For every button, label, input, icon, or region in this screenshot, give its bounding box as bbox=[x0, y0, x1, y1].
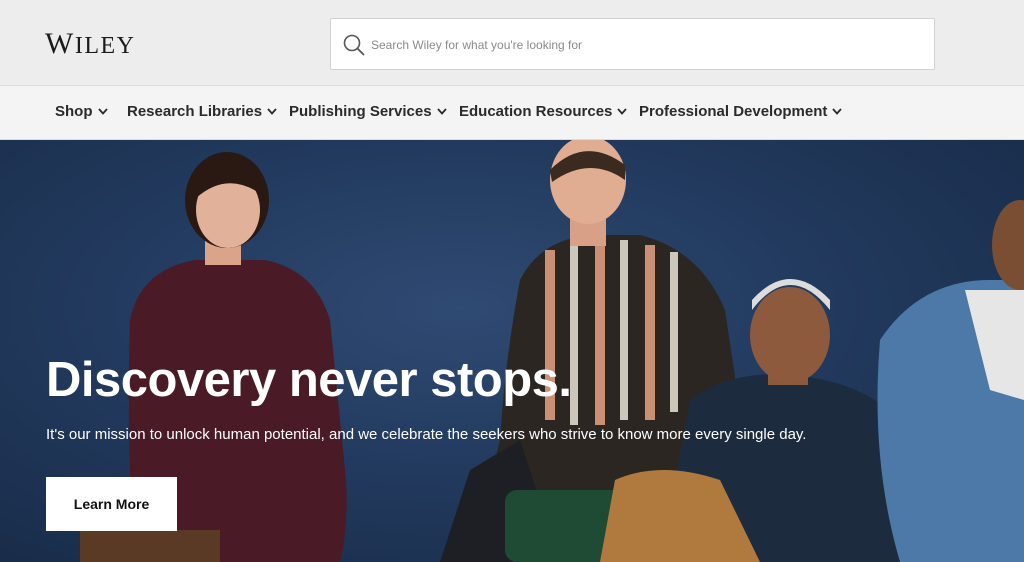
chevron-down-icon bbox=[832, 108, 843, 115]
chevron-down-icon bbox=[97, 108, 108, 115]
hero-subtext: It's our mission to unlock human potenti… bbox=[46, 426, 807, 443]
person-blue-hoodie bbox=[877, 200, 1024, 562]
chevron-down-icon bbox=[267, 108, 277, 115]
hero-banner: Discovery never stops. It's our mission … bbox=[0, 140, 1024, 562]
nav-item-research-libraries[interactable]: Research Libraries bbox=[127, 103, 277, 120]
nav-item-label: Research Libraries bbox=[127, 103, 263, 120]
logo-text: WILEY bbox=[45, 27, 136, 60]
search-box[interactable] bbox=[330, 18, 935, 70]
wiley-logo[interactable]: WILEY bbox=[45, 27, 135, 61]
nav-item-education-resources[interactable]: Education Resources bbox=[459, 103, 628, 120]
search-input[interactable] bbox=[371, 33, 911, 57]
learn-more-button[interactable]: Learn More bbox=[46, 477, 177, 531]
search-icon bbox=[343, 34, 365, 56]
nav-item-professional-development[interactable]: Professional Development bbox=[639, 103, 843, 120]
hero-headline: Discovery never stops. bbox=[46, 353, 572, 407]
main-nav: Shop Research Libraries Publishing Servi… bbox=[0, 85, 1024, 140]
nav-item-label: Professional Development bbox=[639, 103, 828, 120]
nav-item-label: Publishing Services bbox=[289, 103, 432, 120]
chevron-down-icon bbox=[617, 108, 628, 115]
site-header: WILEY bbox=[0, 0, 1024, 85]
nav-item-label: Education Resources bbox=[459, 103, 613, 120]
nav-item-shop[interactable]: Shop bbox=[55, 103, 108, 120]
nav-item-label: Shop bbox=[55, 103, 93, 120]
chevron-down-icon bbox=[436, 108, 447, 115]
nav-item-publishing-services[interactable]: Publishing Services bbox=[289, 103, 447, 120]
